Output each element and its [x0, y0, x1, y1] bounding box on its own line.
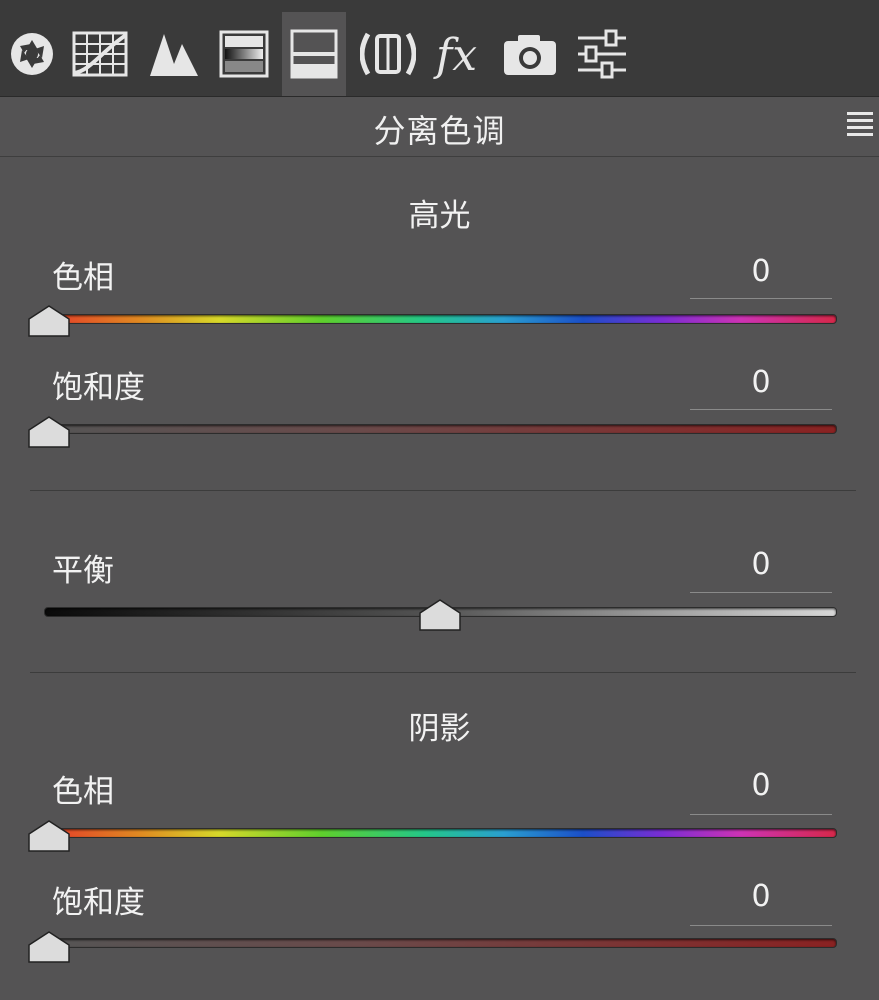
tab-presets[interactable]	[570, 14, 634, 94]
highlights-saturation-value-underline	[690, 409, 832, 410]
fx-icon: fx	[433, 30, 477, 80]
shadows-saturation-value[interactable]: 0	[690, 879, 832, 914]
highlights-hue-slider[interactable]	[44, 314, 837, 324]
highlights-hue-value[interactable]: 0	[690, 254, 832, 289]
balance-value-underline	[690, 592, 832, 593]
tab-detail[interactable]	[142, 14, 206, 94]
detail-icon	[150, 34, 198, 76]
tab-camera-calibration[interactable]	[498, 14, 562, 94]
shadows-hue-value-underline	[690, 814, 832, 815]
highlights-hue-slider-thumb[interactable]	[28, 305, 70, 337]
shadows-hue-slider-thumb[interactable]	[28, 820, 70, 852]
panel-header: 分离色调	[0, 96, 879, 157]
shadows-hue-value[interactable]: 0	[690, 768, 832, 803]
tab-split-toning[interactable]	[282, 12, 346, 96]
highlights-saturation-slider[interactable]	[44, 424, 837, 434]
camera-calibration-icon	[504, 35, 556, 75]
shadows-saturation-slider[interactable]	[44, 938, 837, 948]
shadows-saturation-label: 饱和度	[52, 885, 145, 921]
tab-basic[interactable]	[0, 14, 64, 94]
section-divider	[30, 490, 856, 491]
balance-label: 平衡	[52, 553, 114, 589]
panel-menu-icon[interactable]	[847, 112, 873, 136]
balance-value[interactable]: 0	[690, 547, 832, 582]
tab-lens-corrections[interactable]	[356, 14, 420, 94]
shadows-section-title: 阴影	[408, 711, 471, 747]
highlights-section-title: 高光	[408, 198, 471, 234]
highlights-saturation-value[interactable]: 0	[690, 365, 832, 400]
shadows-hue-slider[interactable]	[44, 828, 837, 838]
balance-slider-thumb[interactable]	[419, 599, 461, 631]
highlights-hue-label: 色相	[52, 260, 114, 296]
shadows-hue-label: 色相	[52, 774, 114, 810]
shadows-saturation-value-underline	[690, 925, 832, 926]
highlights-saturation-label: 饱和度	[52, 370, 145, 406]
shadows-saturation-slider-thumb[interactable]	[28, 931, 70, 963]
presets-icon	[578, 29, 626, 79]
tab-tone-curve[interactable]	[68, 14, 132, 94]
panel-title: 分离色调	[373, 112, 506, 150]
tab-hsl[interactable]	[212, 14, 276, 94]
split-toning-icon	[290, 29, 338, 79]
highlights-hue-value-underline	[690, 298, 832, 299]
tone-curve-icon	[72, 31, 128, 77]
tool-tabbar: fx	[0, 0, 879, 97]
section-divider	[30, 672, 856, 673]
tab-effects[interactable]: fx	[428, 14, 492, 94]
hsl-icon	[219, 30, 269, 78]
highlights-saturation-slider-thumb[interactable]	[28, 416, 70, 448]
aperture-icon	[11, 33, 53, 75]
lens-correction-icon	[360, 32, 416, 76]
svg-text:fx: fx	[433, 30, 477, 80]
